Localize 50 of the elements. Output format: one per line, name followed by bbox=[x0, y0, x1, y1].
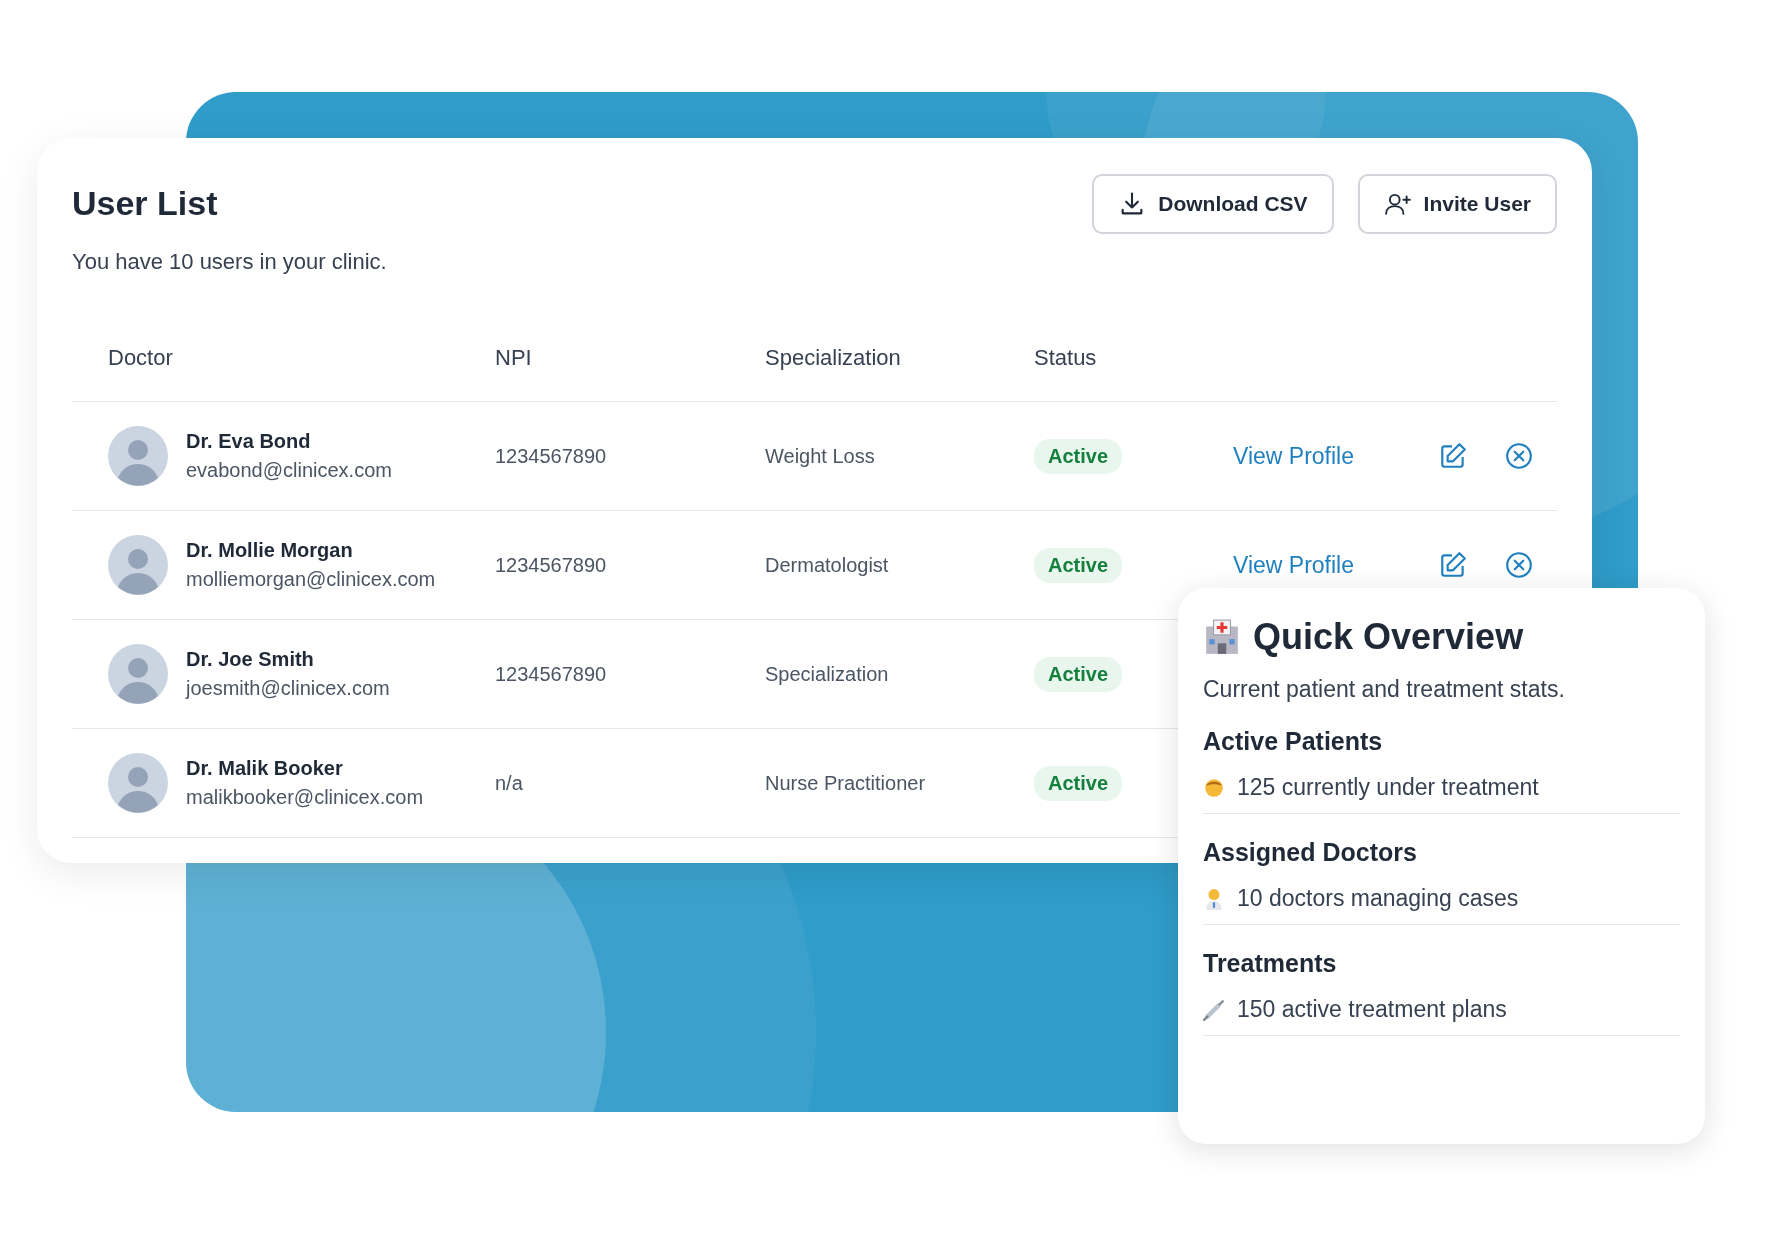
page-title: User List bbox=[72, 184, 219, 223]
view-profile-link[interactable]: View Profile bbox=[1233, 551, 1438, 579]
avatar-icon bbox=[108, 535, 168, 595]
overview-subtitle: Current patient and treatment stats. bbox=[1203, 676, 1566, 703]
specialization-cell-text: Specialization bbox=[765, 662, 890, 686]
npi-cell-text: 1234567890 bbox=[495, 444, 608, 468]
npi-cell-text: n/a bbox=[495, 771, 524, 795]
stat-title: Treatments bbox=[1203, 949, 1338, 978]
avatar-icon bbox=[108, 426, 168, 486]
status-badge: Active bbox=[1034, 547, 1123, 583]
stat-title: Active Patients bbox=[1203, 727, 1384, 756]
status-badge: Active bbox=[1034, 656, 1123, 692]
person-icon bbox=[1203, 776, 1225, 799]
doctor-email: malikbooker@clinicex.com bbox=[186, 786, 424, 809]
overview-title: Quick Overview bbox=[1253, 616, 1524, 658]
doctor-icon bbox=[1203, 887, 1225, 910]
doctor-name: Dr. Malik Booker bbox=[186, 757, 344, 780]
view-profile-link[interactable]: View Profile bbox=[1233, 442, 1438, 470]
avatar-icon bbox=[108, 644, 168, 704]
page-subtitle: You have 10 users in your clinic. bbox=[72, 249, 387, 275]
npi-cell-text: 1234567890 bbox=[495, 553, 608, 577]
hospital-icon bbox=[1203, 618, 1241, 656]
doctor-email: joesmith@clinicex.com bbox=[186, 677, 390, 700]
invite-button[interactable]: Invite User bbox=[1357, 174, 1557, 234]
status-badge: Active bbox=[1034, 438, 1123, 474]
stat-text: 125 currently under treatment bbox=[1237, 774, 1539, 801]
doctor-name: Dr. Mollie Morgan bbox=[186, 539, 354, 562]
close-icon[interactable] bbox=[1504, 441, 1534, 471]
specialization-cell-text: Nurse Practitioner bbox=[765, 771, 927, 795]
column-header: Status bbox=[1034, 345, 1098, 371]
doctor-name: Dr. Eva Bond bbox=[186, 430, 312, 453]
column-header: Specialization bbox=[765, 345, 902, 371]
column-header: NPI bbox=[495, 345, 533, 371]
status-badge: Active bbox=[1034, 765, 1123, 801]
avatar-icon bbox=[108, 753, 168, 813]
edit-icon[interactable] bbox=[1438, 441, 1468, 471]
doctor-email: molliemorgan@clinicex.com bbox=[186, 568, 436, 591]
specialization-cell-text: Dermatologist bbox=[765, 553, 890, 577]
close-icon[interactable] bbox=[1504, 550, 1534, 580]
doctor-email: evabond@clinicex.com bbox=[186, 459, 392, 482]
npi-cell-text: 1234567890 bbox=[495, 662, 608, 686]
download-button[interactable]: Download CSV bbox=[1092, 174, 1334, 234]
edit-icon[interactable] bbox=[1438, 550, 1468, 580]
column-header: Doctor bbox=[107, 345, 174, 371]
specialization-cell-text: Weight Loss bbox=[765, 444, 876, 468]
doctor-name: Dr. Joe Smith bbox=[186, 648, 315, 671]
stat-text: 150 active treatment plans bbox=[1237, 996, 1507, 1023]
stat-title: Assigned Doctors bbox=[1203, 838, 1418, 867]
syringe-icon bbox=[1203, 998, 1225, 1021]
stat-text: 10 doctors managing cases bbox=[1237, 885, 1519, 912]
